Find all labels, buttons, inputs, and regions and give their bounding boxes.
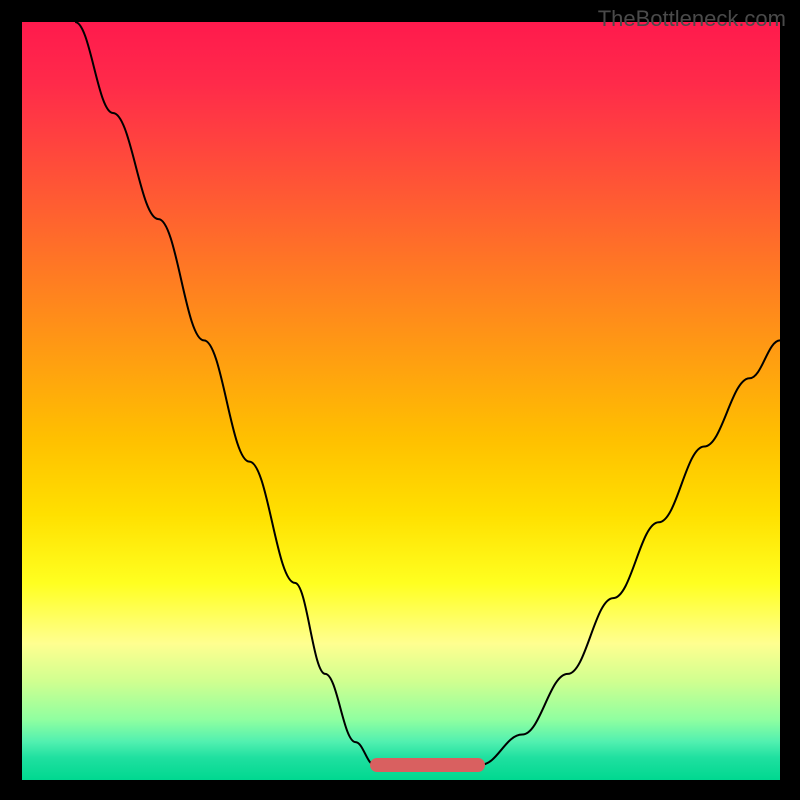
curve-left [75, 22, 374, 765]
curve-svg [22, 22, 780, 780]
plot-area [22, 22, 780, 780]
hot-zone-marker [370, 758, 484, 772]
watermark-label: TheBottleneck.com [598, 6, 786, 32]
curve-right [481, 340, 780, 764]
